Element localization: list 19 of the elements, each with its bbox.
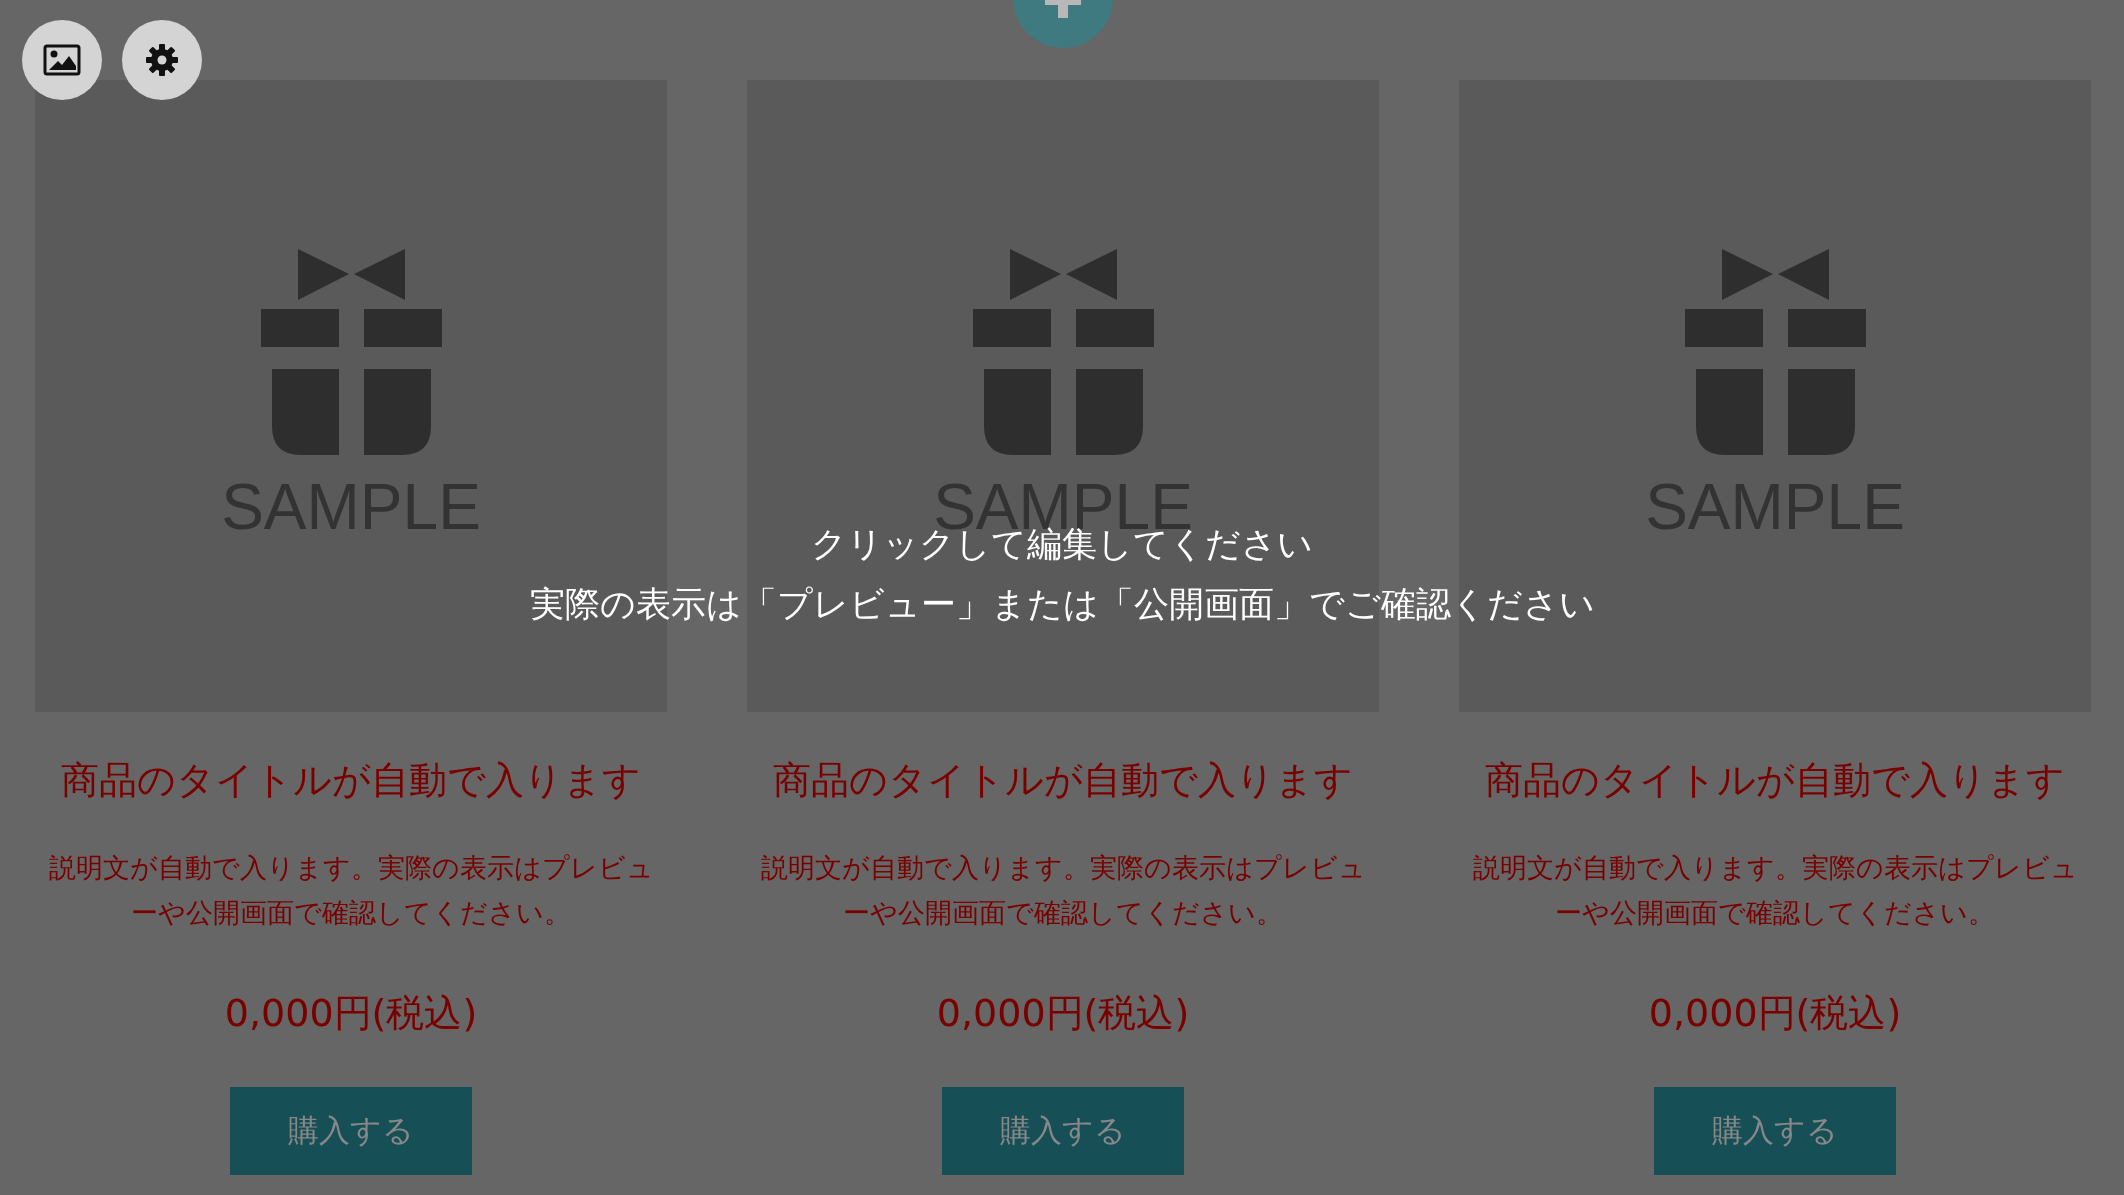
plus-icon (1045, 0, 1081, 18)
product-title: 商品のタイトルが自動で入ります (773, 757, 1353, 804)
product-description: 説明文が自動で入ります。実際の表示はプレビューや公開画面で確認してください。 (1471, 851, 2079, 931)
image-icon (43, 44, 81, 76)
product-price: 0,000円(税込) (1648, 991, 1902, 1037)
product-title: 商品のタイトルが自動で入ります (1485, 757, 2065, 804)
gift-icon (972, 249, 1154, 455)
product-price: 0,000円(税込) (936, 991, 1190, 1037)
buy-button[interactable]: 購入する (1654, 1087, 1896, 1175)
product-price: 0,000円(税込) (224, 991, 478, 1037)
product-description: 説明文が自動で入ります。実際の表示はプレビューや公開画面で確認してください。 (47, 851, 655, 931)
edit-hint: 実際の表示は「プレビュー」または「公開画面」でご確認ください (529, 582, 1595, 626)
buy-button[interactable]: 購入する (230, 1087, 472, 1175)
gift-icon (1684, 249, 1866, 455)
buy-button[interactable]: 購入する (942, 1087, 1184, 1175)
product-title: 商品のタイトルが自動で入ります (61, 757, 641, 804)
settings-icon (145, 43, 179, 77)
product-description: 説明文が自動で入ります。実際の表示はプレビューや公開画面で確認してください。 (759, 851, 1367, 931)
gift-icon (260, 249, 442, 455)
